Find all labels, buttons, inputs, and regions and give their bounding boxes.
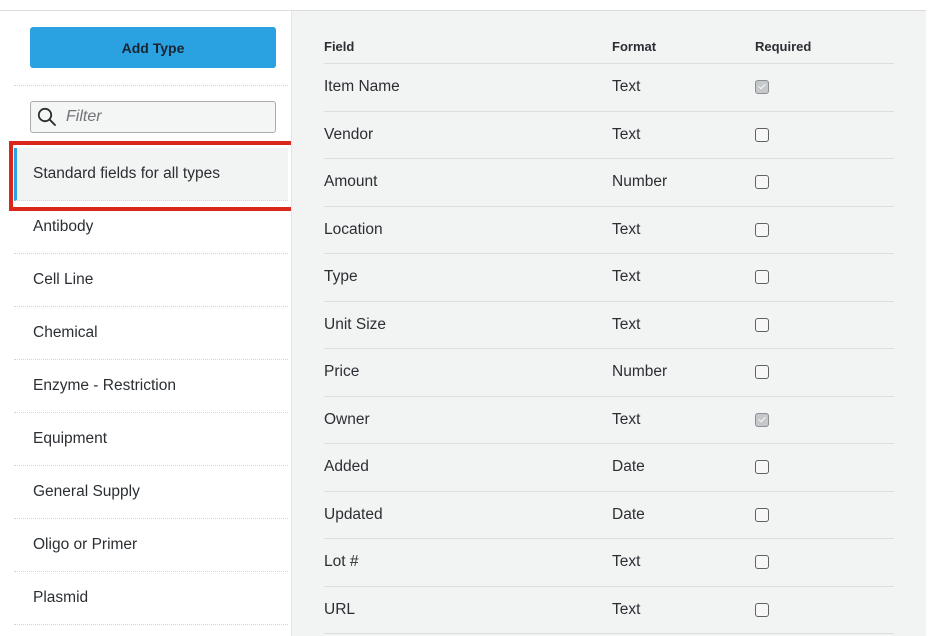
field-required-cell bbox=[755, 301, 894, 349]
table-row: Price Number bbox=[324, 348, 894, 397]
field-format: Text bbox=[612, 538, 755, 587]
type-item[interactable]: Equipment bbox=[14, 413, 288, 466]
field-format: Text bbox=[612, 396, 755, 444]
field-name: Lot # bbox=[324, 538, 612, 587]
field-name: Updated bbox=[324, 491, 612, 539]
field-format: Text bbox=[612, 111, 755, 159]
required-checkbox[interactable] bbox=[755, 507, 769, 522]
type-item-label: Antibody bbox=[33, 218, 94, 235]
required-checkbox[interactable] bbox=[755, 555, 769, 570]
field-format: Text bbox=[612, 301, 755, 349]
type-item[interactable]: Antibody bbox=[14, 201, 288, 254]
sidebar-divider bbox=[14, 85, 288, 86]
required-checkbox[interactable] bbox=[755, 460, 769, 475]
type-item-label: Enzyme - Restriction bbox=[33, 377, 176, 394]
field-required-cell bbox=[755, 253, 894, 302]
type-item[interactable]: Oligo or Primer bbox=[14, 519, 288, 572]
type-item-label: Standard fields for all types bbox=[33, 165, 220, 182]
field-format: Text bbox=[612, 206, 755, 254]
table-row: Owner Text bbox=[324, 396, 894, 444]
field-required-cell bbox=[755, 396, 894, 444]
add-type-button[interactable]: Add Type bbox=[30, 27, 276, 68]
type-item-label: Chemical bbox=[33, 324, 98, 341]
column-header-required: Required bbox=[755, 29, 894, 64]
field-format: Number bbox=[612, 348, 755, 397]
field-required-cell bbox=[755, 538, 894, 587]
filter-input[interactable] bbox=[66, 108, 246, 126]
type-list: Standard fields for all types Antibody Cel… bbox=[14, 148, 288, 625]
required-checkbox[interactable] bbox=[755, 270, 769, 285]
table-row: URL Text bbox=[324, 586, 894, 634]
field-format: Text bbox=[612, 63, 755, 112]
table-row: Location Text bbox=[324, 206, 894, 254]
sidebar: Add Type Standard fields for all types An… bbox=[0, 11, 291, 636]
field-format: Text bbox=[612, 586, 755, 634]
field-required-cell bbox=[755, 158, 894, 207]
field-required-cell bbox=[755, 491, 894, 539]
type-item-label: Equipment bbox=[33, 430, 108, 447]
field-required-cell bbox=[755, 206, 894, 254]
field-name: Vendor bbox=[324, 111, 612, 159]
field-required-cell bbox=[755, 111, 894, 159]
field-name: Amount bbox=[324, 158, 612, 207]
type-item[interactable]: Chemical bbox=[14, 307, 288, 360]
field-format: Number bbox=[612, 158, 755, 207]
fields-table: Field Format Required Item Name Text Vendo… bbox=[324, 29, 894, 634]
field-name: Item Name bbox=[324, 63, 612, 112]
required-checkbox[interactable] bbox=[755, 222, 769, 237]
required-checkbox[interactable] bbox=[755, 365, 769, 380]
field-name: Location bbox=[324, 206, 612, 254]
field-required-cell bbox=[755, 443, 894, 492]
table-row: Updated Date bbox=[324, 491, 894, 539]
type-item-label: General Supply bbox=[33, 483, 140, 500]
type-item[interactable]: General Supply bbox=[14, 466, 288, 519]
field-format: Date bbox=[612, 443, 755, 492]
table-header-row: Field Format Required bbox=[324, 29, 894, 64]
required-checkbox[interactable] bbox=[755, 602, 769, 617]
required-checkbox[interactable] bbox=[755, 412, 769, 427]
field-name: URL bbox=[324, 586, 612, 634]
type-item-label: Plasmid bbox=[33, 589, 89, 606]
type-item[interactable]: Standard fields for all types bbox=[14, 148, 288, 201]
column-header-field: Field bbox=[324, 29, 612, 64]
field-format: Text bbox=[612, 253, 755, 302]
type-item[interactable]: Enzyme - Restriction bbox=[14, 360, 288, 413]
filter-field[interactable] bbox=[30, 101, 276, 133]
type-item[interactable]: Plasmid bbox=[14, 572, 288, 625]
type-item-label: Oligo or Primer bbox=[33, 536, 138, 553]
table-row: Added Date bbox=[324, 443, 894, 492]
required-checkbox[interactable] bbox=[755, 127, 769, 142]
table-row: Amount Number bbox=[324, 158, 894, 207]
field-name: Type bbox=[324, 253, 612, 302]
required-checkbox[interactable] bbox=[755, 175, 769, 190]
column-header-format: Format bbox=[612, 29, 755, 64]
table-row: Vendor Text bbox=[324, 111, 894, 159]
table-row: Item Name Text bbox=[324, 63, 894, 112]
field-name: Added bbox=[324, 443, 612, 492]
table-row: Unit Size Text bbox=[324, 301, 894, 349]
field-name: Unit Size bbox=[324, 301, 612, 349]
required-checkbox[interactable] bbox=[755, 317, 769, 332]
field-name: Owner bbox=[324, 396, 612, 444]
required-checkbox[interactable] bbox=[755, 80, 769, 95]
field-format: Date bbox=[612, 491, 755, 539]
field-name: Price bbox=[324, 348, 612, 397]
fields-panel: Field Format Required Item Name Text Vendo… bbox=[291, 11, 926, 636]
field-required-cell bbox=[755, 586, 894, 634]
table-row: Type Text bbox=[324, 253, 894, 302]
field-required-cell bbox=[755, 63, 894, 112]
search-icon bbox=[37, 107, 56, 126]
table-row: Lot # Text bbox=[324, 538, 894, 587]
type-item-label: Cell Line bbox=[33, 271, 94, 288]
field-required-cell bbox=[755, 348, 894, 397]
type-item[interactable]: Cell Line bbox=[14, 254, 288, 307]
